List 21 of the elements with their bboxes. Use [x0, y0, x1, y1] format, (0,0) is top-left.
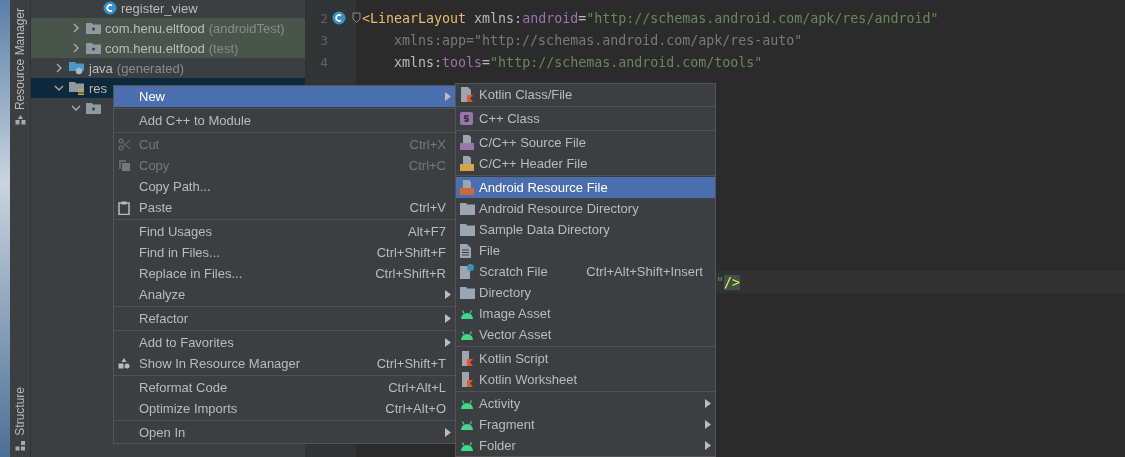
shortcut-label: Ctrl+Alt+L [388, 380, 446, 395]
shortcut-label: Ctrl+Shift+R [375, 266, 446, 281]
shortcut-label: Ctrl+Shift+F [376, 245, 446, 260]
tree-label: res [89, 80, 108, 96]
tree-label: register_view [121, 0, 198, 16]
code-line: xmlns:app="http://schemas.android.com/apk/res-auto" [393, 32, 803, 48]
shortcut-label: Ctrl+X [409, 137, 446, 152]
tree-hint: (androidTest) [208, 20, 285, 36]
shortcut-label: Ctrl+C [408, 158, 446, 173]
shortcut-label: Ctrl+V [409, 200, 446, 215]
shortcut-label: Ctrl+Alt+Shift+Insert [586, 264, 703, 279]
code-line: xmlns:tools="http://schemas.android.com/tools" [393, 54, 763, 70]
tree-hint: (test) [208, 40, 239, 56]
shortcut-label: Ctrl+Shift+T [376, 356, 446, 371]
tree-label: com.henu.eltfood [105, 40, 205, 56]
shortcut-label: Ctrl+Alt+O [385, 401, 446, 416]
tree-label: com.henu.eltfood [105, 20, 205, 36]
tree-label: java [89, 60, 113, 76]
shortcut-label: Alt+F7 [408, 224, 446, 239]
tree-hint: (generated) [116, 60, 185, 76]
code-line: <LinearLayout xmlns:android="http://schemas.android.com/apk/res/android" [362, 10, 939, 26]
